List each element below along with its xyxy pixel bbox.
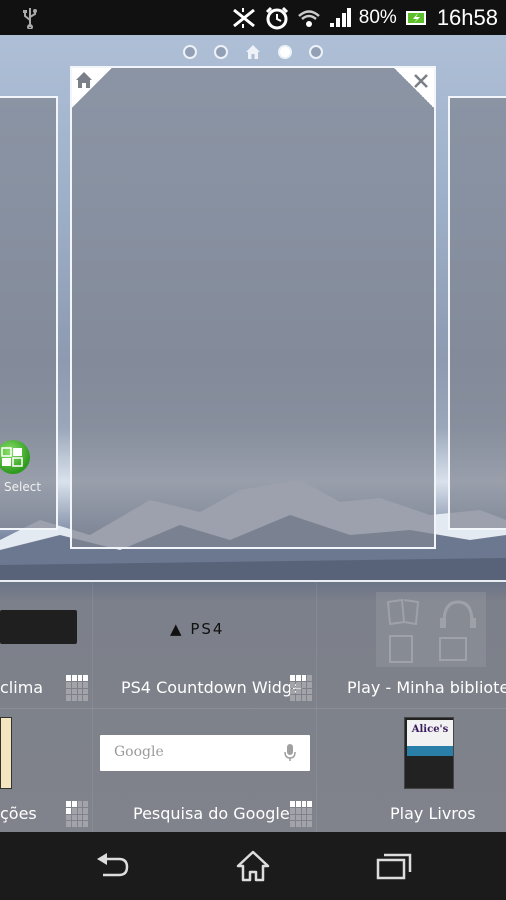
widget-label: clima (0, 678, 44, 697)
microphone-icon (284, 744, 296, 761)
google-logo-text: Google (114, 744, 164, 760)
widget-label: Play - Minha biblioteca (347, 678, 506, 697)
home-page-panel-current[interactable] (70, 66, 436, 549)
widget-tray[interactable]: clima ▲ PS4 PS4 Countdown Widge Play - M… (0, 580, 506, 834)
select-app-icon[interactable] (0, 440, 30, 474)
widget-label: ções (0, 804, 37, 823)
page-dot[interactable] (183, 45, 197, 59)
nfc-icon (232, 7, 255, 28)
battery-percent: 80% (358, 6, 397, 28)
home-button[interactable] (235, 850, 271, 882)
navigation-bar (0, 832, 506, 900)
close-icon (414, 74, 428, 88)
widget-size-4x1-icon (66, 675, 88, 701)
widget-label: PS4 Countdown Widge (121, 678, 302, 697)
recent-apps-button[interactable] (376, 850, 412, 882)
signal-icon (329, 7, 351, 27)
book-cover-band (407, 746, 453, 756)
ps4-widget-preview: ▲ PS4 (170, 620, 225, 638)
widget-size-2x2-icon (66, 801, 88, 827)
row-divider (0, 708, 506, 709)
widget-label: Pesquisa do Google (133, 804, 290, 823)
widget-size-4x1-icon (290, 801, 312, 827)
widget-label: Play Livros (390, 804, 476, 823)
page-indicator (0, 42, 506, 62)
google-search-widget-preview: Google (100, 735, 310, 771)
set-home-button[interactable] (72, 68, 112, 108)
page-dot-active[interactable] (278, 45, 292, 59)
usb-icon (23, 8, 37, 29)
status-bar: 80% 16h58 (0, 0, 506, 35)
home-page-icon[interactable] (245, 44, 261, 60)
select-app-label: Select (4, 480, 42, 494)
play-books-widget-preview: Alice's (404, 717, 454, 789)
notes-widget-preview (0, 717, 12, 789)
clock: 16h58 (436, 4, 498, 30)
battery-charging-icon (405, 10, 426, 25)
page-dot[interactable] (309, 45, 323, 59)
home-icon (76, 72, 92, 88)
page-dot[interactable] (214, 45, 228, 59)
home-page-panel-right[interactable] (448, 96, 506, 530)
play-library-widget-preview (376, 592, 486, 667)
back-button[interactable] (95, 850, 131, 882)
alarm-icon (265, 6, 288, 29)
widget-size-3x1-icon (290, 675, 312, 701)
playstation-logo-icon: ▲ (170, 620, 184, 638)
delete-page-button[interactable] (394, 68, 434, 108)
wifi-icon (297, 9, 320, 27)
clima-widget-preview (0, 610, 77, 644)
